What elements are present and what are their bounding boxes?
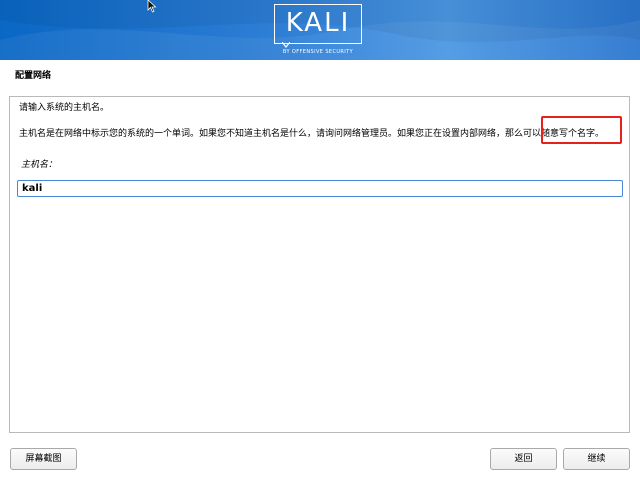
back-button[interactable]: 返回 [490, 448, 557, 470]
continue-button[interactable]: 继续 [563, 448, 630, 470]
hostname-field-label: 主机名： [21, 160, 58, 170]
annotation-highlight-box [541, 116, 622, 144]
kali-logo-subtext: BY OFFENSIVE SECURITY [282, 49, 354, 55]
installer-window: KALI BY OFFENSIVE SECURITY 配置网络 请输入系统的主机… [0, 0, 640, 480]
mouse-pointer-icon [147, 0, 157, 13]
logo-notch [282, 42, 290, 48]
kali-logo: KALI BY OFFENSIVE SECURITY [274, 4, 364, 56]
hostname-input[interactable] [17, 180, 623, 197]
kali-banner: KALI BY OFFENSIVE SECURITY [0, 0, 640, 60]
content-panel: 请输入系统的主机名。 主机名是在网络中标示您的系统的一个单词。如果您不知道主机名… [9, 96, 630, 433]
screenshot-button[interactable]: 屏幕截图 [10, 448, 77, 470]
hostname-prompt: 请输入系统的主机名。 [19, 103, 110, 113]
kali-logo-text: KALI [285, 8, 351, 38]
page-title: 配置网络 [15, 71, 52, 81]
hostname-description: 主机名是在网络中标示您的系统的一个单词。如果您不知道主机名是什么，请询问网络管理… [19, 129, 605, 139]
